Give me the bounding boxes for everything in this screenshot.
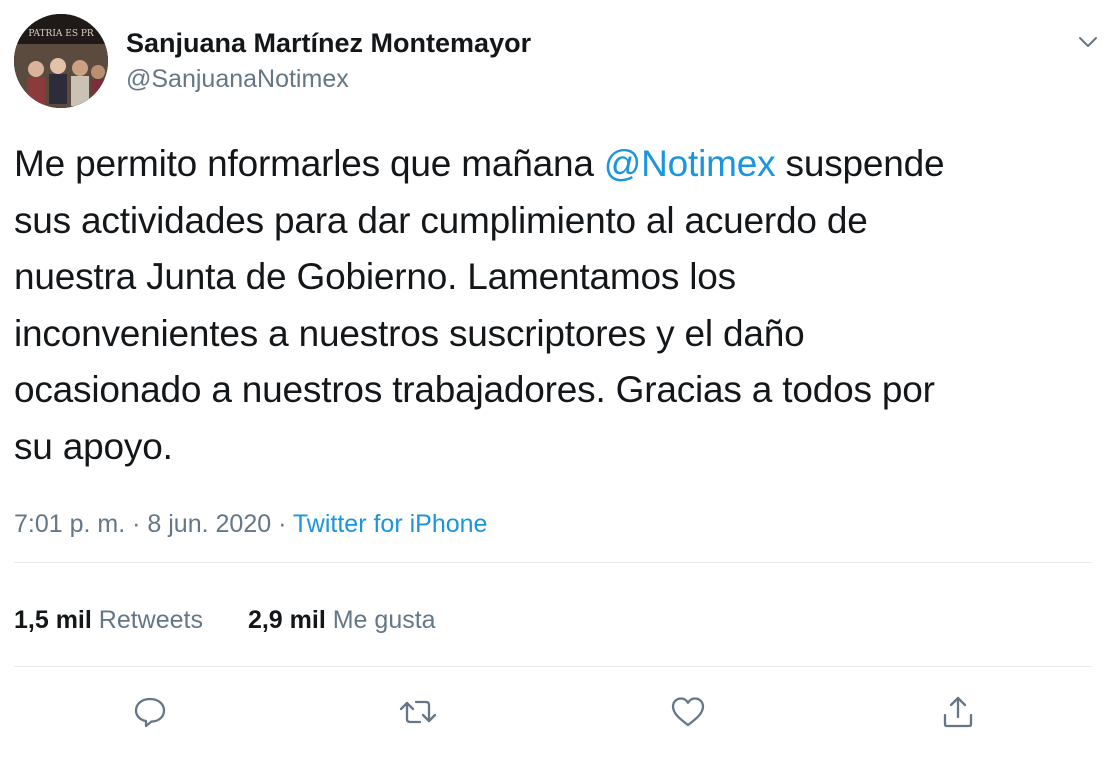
likes-stat[interactable]: 2,9 mil Me gusta bbox=[248, 602, 436, 638]
divider bbox=[14, 562, 1092, 563]
avatar-image: PATRIA ES PR bbox=[14, 14, 108, 108]
heart-icon[interactable] bbox=[666, 690, 710, 734]
tweet-line: Me permito nformarles que mañana @Notime… bbox=[14, 136, 1104, 193]
tweet-time[interactable]: 7:01 p. m. bbox=[14, 510, 125, 538]
tweet-stats: 1,5 mil Retweets 2,9 mil Me gusta bbox=[14, 602, 474, 638]
retweets-label: Retweets bbox=[98, 606, 203, 634]
tweet-source-link[interactable]: Twitter for iPhone bbox=[293, 510, 488, 538]
author-display-name[interactable]: Sanjuana Martínez Montemayor bbox=[126, 26, 531, 60]
retweets-stat[interactable]: 1,5 mil Retweets bbox=[14, 602, 203, 638]
meta-separator: · bbox=[132, 510, 141, 538]
tweet-text-segment: suspende bbox=[775, 143, 945, 184]
likes-label: Me gusta bbox=[332, 606, 436, 634]
tweet-text: Me permito nformarles que mañana @Notime… bbox=[14, 136, 1104, 475]
chevron-down-icon[interactable] bbox=[1072, 26, 1104, 58]
likes-count: 2,9 mil bbox=[247, 606, 326, 634]
tweet-date[interactable]: 8 jun. 2020 bbox=[147, 510, 271, 538]
retweets-count: 1,5 mil bbox=[14, 606, 92, 634]
tweet-text-segment: Me permito nformarles que mañana bbox=[14, 143, 604, 184]
share-icon[interactable] bbox=[936, 690, 980, 734]
mention-link[interactable]: @Notimex bbox=[604, 143, 776, 184]
tweet-line: ocasionado a nuestros trabajadores. Grac… bbox=[14, 369, 935, 410]
avatar[interactable]: PATRIA ES PR bbox=[14, 14, 108, 108]
tweet-card: PATRIA ES PR Sanjuana Martínez Montemayo… bbox=[0, 0, 1120, 759]
reply-icon[interactable] bbox=[128, 690, 172, 734]
tweet-actions bbox=[0, 690, 1120, 740]
tweet-line: inconvenientes a nuestros suscriptores y… bbox=[14, 312, 805, 354]
tweet-header: PATRIA ES PR Sanjuana Martínez Montemayo… bbox=[14, 14, 1104, 110]
avatar-banner-text: PATRIA ES PR bbox=[28, 29, 94, 39]
author-names: Sanjuana Martínez Montemayor @SanjuanaNo… bbox=[126, 26, 531, 96]
tweet-meta: 7:01 p. m. · 8 jun. 2020 · Twitter for i… bbox=[14, 506, 487, 542]
retweet-icon[interactable] bbox=[396, 690, 440, 734]
tweet-line: sus actividades para dar cumplimiento al… bbox=[14, 199, 868, 241]
tweet-line: nuestra Junta de Gobierno. Lamentamos lo… bbox=[14, 256, 736, 297]
tweet-line: su apoyo. bbox=[14, 425, 173, 467]
divider bbox=[14, 666, 1092, 667]
author-handle[interactable]: @SanjuanaNotimex bbox=[126, 62, 531, 96]
meta-separator: · bbox=[278, 510, 287, 538]
